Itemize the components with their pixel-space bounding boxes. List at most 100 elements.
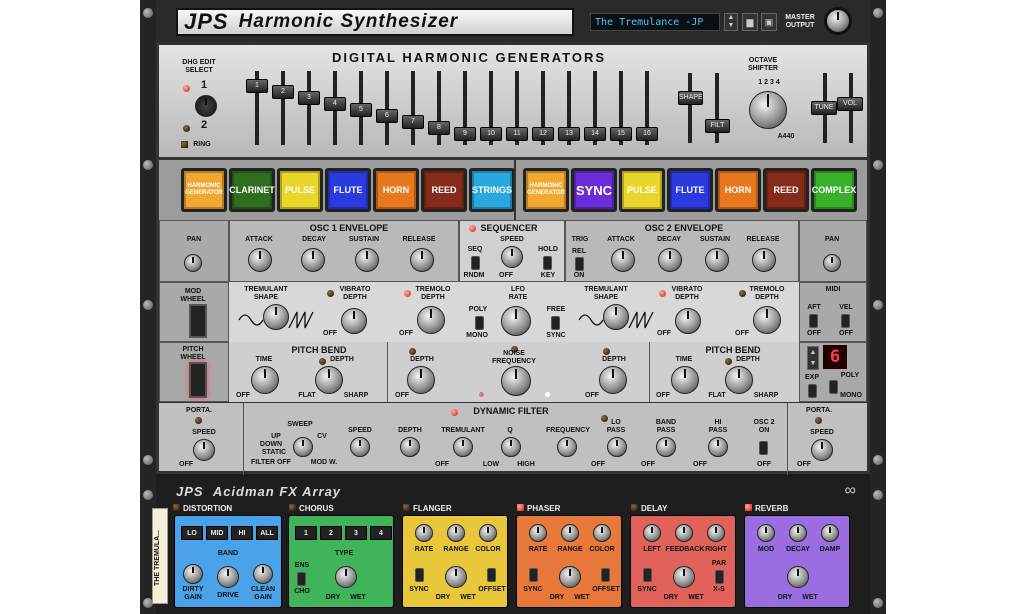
mod-wheel[interactable] [189, 304, 207, 338]
wave-button-pulse[interactable]: PULSE [619, 168, 665, 212]
env2-sustain-knob[interactable] [705, 248, 729, 272]
bend1-time-knob[interactable] [251, 366, 279, 394]
flanger-rate-knob[interactable] [415, 524, 433, 542]
harmonic-slider-6[interactable]: 6 [376, 109, 398, 123]
wave-button-clarinet[interactable]: CLARINET [229, 168, 275, 212]
wave-button-sync[interactable]: SYNC [571, 168, 617, 212]
trem-shape-knob[interactable] [263, 304, 289, 330]
filt-slider[interactable]: FILT [705, 119, 730, 133]
dist-band-hi[interactable]: HI [231, 526, 253, 540]
env2-attack-knob[interactable] [611, 248, 635, 272]
octave-shifter-knob[interactable] [749, 91, 787, 129]
tremolo-depth-knob[interactable] [417, 306, 445, 334]
dist-band-mid[interactable]: MID [206, 526, 228, 540]
noise-depth1-knob[interactable] [407, 366, 435, 394]
filter-speed-knob[interactable] [350, 437, 370, 457]
phaser-offset-switch[interactable] [601, 568, 610, 582]
lfo-rate-knob[interactable] [501, 306, 531, 336]
voices-up-down-icon[interactable]: ▲ ▼ [807, 346, 819, 370]
poly-mono-switch[interactable] [475, 316, 484, 330]
tune-slider[interactable]: TUNE [811, 101, 837, 115]
seq-speed-knob[interactable] [501, 246, 523, 268]
delay-right-knob[interactable] [707, 524, 725, 542]
vibrato2-depth-knob[interactable] [675, 308, 701, 334]
seq-hold-switch[interactable] [543, 256, 552, 270]
porta2-speed-knob[interactable] [811, 439, 833, 461]
bend1-depth-knob[interactable] [315, 366, 343, 394]
flanger-led[interactable] [403, 504, 410, 511]
phaser-led[interactable] [517, 504, 524, 511]
wave-button-reed[interactable]: REED [421, 168, 467, 212]
bend2-time-knob[interactable] [671, 366, 699, 394]
flanger-drywet-knob[interactable] [445, 566, 467, 588]
reverb-damp-knob[interactable] [821, 524, 839, 542]
reverb-decay-knob[interactable] [789, 524, 807, 542]
filter-depth-knob[interactable] [400, 437, 420, 457]
pitch-wheel[interactable] [189, 362, 207, 398]
delay-par-switch[interactable] [715, 570, 724, 584]
noise-depth2-knob[interactable] [599, 366, 627, 394]
flanger-offset-switch[interactable] [487, 568, 496, 582]
wave-button-complex[interactable]: COMPLEX [811, 168, 857, 212]
wave-button-strings[interactable]: STRINGS [469, 168, 515, 212]
chorus-type-4[interactable]: 4 [370, 526, 392, 540]
harmonic-slider-1[interactable]: 1 [246, 79, 268, 93]
vibrato-depth-knob[interactable] [341, 308, 367, 334]
chorus-drywet-knob[interactable] [335, 566, 357, 588]
phaser-range-knob[interactable] [561, 524, 579, 542]
folder-icon[interactable]: ▆ [742, 13, 758, 31]
save-icon[interactable]: ▣ [761, 13, 777, 31]
flanger-sync-switch[interactable] [415, 568, 424, 582]
env1-decay-knob[interactable] [301, 248, 325, 272]
master-output-knob[interactable] [824, 7, 852, 35]
tremolo2-depth-knob[interactable] [753, 306, 781, 334]
patch-up-down-icon[interactable]: ▲ ▼ [724, 13, 738, 31]
vol-slider[interactable]: VOL [837, 97, 863, 111]
harmonic-slider-8[interactable]: 8 [428, 121, 450, 135]
wave-button-pulse[interactable]: PULSE [277, 168, 323, 212]
reverb-drywet-knob[interactable] [787, 566, 809, 588]
phaser-rate-knob[interactable] [529, 524, 547, 542]
harmonic-slider-7[interactable]: 7 [402, 115, 424, 129]
dist-clean-knob[interactable] [253, 564, 273, 584]
delay-sync-switch[interactable] [643, 568, 652, 582]
trem-shape2-knob[interactable] [603, 304, 629, 330]
q-knob[interactable] [501, 437, 521, 457]
vel-switch[interactable] [841, 314, 850, 328]
patch-display[interactable]: The Tremulance -JP [590, 13, 720, 31]
delay-left-knob[interactable] [643, 524, 661, 542]
harmonic-slider-13[interactable]: 13 [558, 127, 580, 141]
frequency-knob[interactable] [557, 437, 577, 457]
wave-button-horn[interactable]: HORN [715, 168, 761, 212]
wave-button-harmonic-generator[interactable]: HARMONIC GENERATOR [181, 168, 227, 212]
harmonic-slider-14[interactable]: 14 [584, 127, 606, 141]
aft-switch[interactable] [809, 314, 818, 328]
reverb-led[interactable] [745, 504, 752, 511]
chorus-type-1[interactable]: 1 [295, 526, 317, 540]
harmonic-slider-12[interactable]: 12 [532, 127, 554, 141]
dhg-select-knob[interactable] [195, 95, 217, 117]
sweep-knob[interactable] [293, 437, 313, 457]
dist-dirty-knob[interactable] [183, 564, 203, 584]
env2-decay-knob[interactable] [658, 248, 682, 272]
delay-led[interactable] [631, 504, 638, 511]
porta1-speed-knob[interactable] [193, 439, 215, 461]
flanger-color-knob[interactable] [479, 524, 497, 542]
bend2-depth-knob[interactable] [725, 366, 753, 394]
filter-tremulant-knob[interactable] [453, 437, 473, 457]
chorus-type-2[interactable]: 2 [320, 526, 342, 540]
bandpass-knob[interactable] [656, 437, 676, 457]
harmonic-slider-2[interactable]: 2 [272, 85, 294, 99]
pan2-knob[interactable] [823, 254, 841, 272]
shape-slider[interactable]: SHAPE [678, 91, 703, 105]
exp-switch[interactable] [808, 384, 817, 398]
harmonic-slider-10[interactable]: 10 [480, 127, 502, 141]
seq-mode-switch[interactable] [471, 256, 480, 270]
osc2on-switch[interactable] [759, 441, 768, 455]
harmonic-slider-5[interactable]: 5 [350, 103, 372, 117]
chorus-led[interactable] [289, 504, 296, 511]
phaser-color-knob[interactable] [593, 524, 611, 542]
dist-band-all[interactable]: ALL [256, 526, 278, 540]
chorus-type-3[interactable]: 3 [345, 526, 367, 540]
dist-drive-knob[interactable] [217, 566, 239, 588]
